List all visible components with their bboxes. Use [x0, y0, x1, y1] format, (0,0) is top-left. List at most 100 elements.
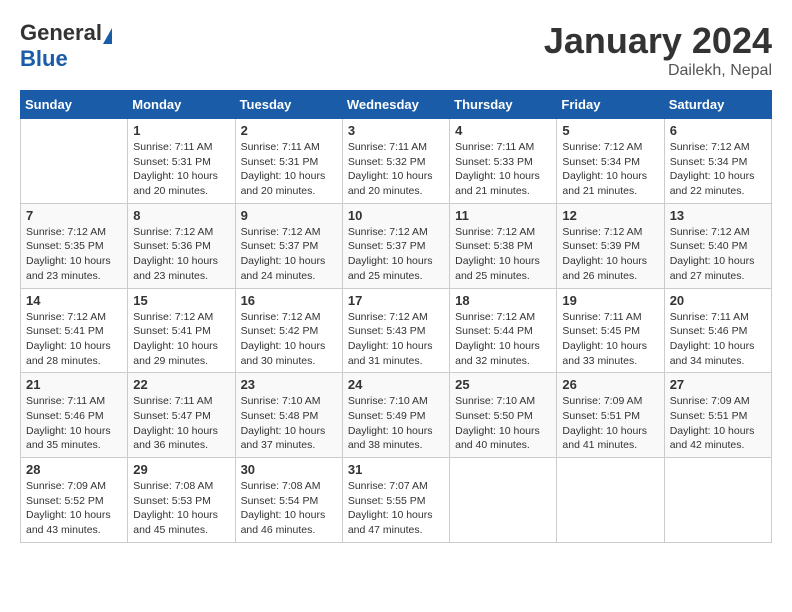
calendar-cell: 14 Sunrise: 7:12 AMSunset: 5:41 PMDayligh…	[21, 288, 128, 373]
calendar-cell: 15 Sunrise: 7:12 AMSunset: 5:41 PMDayligh…	[128, 288, 235, 373]
day-number: 26	[562, 377, 658, 392]
logo-text: General	[20, 20, 112, 46]
day-info: Sunrise: 7:09 AMSunset: 5:51 PMDaylight:…	[670, 394, 766, 453]
calendar-cell: 28Sunrise: 7:09 AMSunset: 5:52 PMDayligh…	[21, 458, 128, 543]
day-info: Sunrise: 7:12 AMSunset: 5:42 PMDaylight:…	[241, 310, 337, 369]
logo-arrow	[103, 28, 112, 44]
calendar-cell: 9 Sunrise: 7:12 AMSunset: 5:37 PMDaylight…	[235, 203, 342, 288]
day-number: 1	[133, 123, 229, 138]
calendar-table: SundayMondayTuesdayWednesdayThursdayFrid…	[20, 90, 772, 543]
day-info: Sunrise: 7:09 AMSunset: 5:52 PMDaylight:…	[26, 479, 122, 538]
calendar-cell: 4 Sunrise: 7:11 AMSunset: 5:33 PMDaylight…	[450, 119, 557, 204]
calendar-cell: 11 Sunrise: 7:12 AMSunset: 5:38 PMDayligh…	[450, 203, 557, 288]
calendar-cell: 5Sunrise: 7:12 AMSunset: 5:34 PMDaylight…	[557, 119, 664, 204]
day-info: Sunrise: 7:12 AMSunset: 5:39 PMDaylight:…	[562, 225, 658, 284]
calendar-cell	[21, 119, 128, 204]
day-info: Sunrise: 7:11 AMSunset: 5:31 PMDaylight:…	[133, 140, 229, 199]
calendar-cell: 29 Sunrise: 7:08 AMSunset: 5:53 PMDayligh…	[128, 458, 235, 543]
day-info: Sunrise: 7:12 AMSunset: 5:35 PMDaylight:…	[26, 225, 122, 284]
calendar-cell: 6 Sunrise: 7:12 AMSunset: 5:34 PMDaylight…	[664, 119, 771, 204]
logo-general: General	[20, 20, 102, 45]
day-number: 9	[241, 208, 337, 223]
day-number: 31	[348, 462, 444, 477]
header-saturday: Saturday	[664, 91, 771, 119]
day-info: Sunrise: 7:12 AMSunset: 5:37 PMDaylight:…	[241, 225, 337, 284]
day-number: 13	[670, 208, 766, 223]
day-info: Sunrise: 7:11 AMSunset: 5:33 PMDaylight:…	[455, 140, 551, 199]
day-number: 8	[133, 208, 229, 223]
calendar-header-row: SundayMondayTuesdayWednesdayThursdayFrid…	[21, 91, 772, 119]
day-number: 4	[455, 123, 551, 138]
day-info: Sunrise: 7:11 AMSunset: 5:45 PMDaylight:…	[562, 310, 658, 369]
header-thursday: Thursday	[450, 91, 557, 119]
day-info: Sunrise: 7:10 AMSunset: 5:49 PMDaylight:…	[348, 394, 444, 453]
day-info: Sunrise: 7:12 AMSunset: 5:34 PMDaylight:…	[670, 140, 766, 199]
day-number: 18	[455, 293, 551, 308]
day-info: Sunrise: 7:12 AMSunset: 5:43 PMDaylight:…	[348, 310, 444, 369]
day-number: 29	[133, 462, 229, 477]
calendar-week-5: 28Sunrise: 7:09 AMSunset: 5:52 PMDayligh…	[21, 458, 772, 543]
day-number: 3	[348, 123, 444, 138]
day-number: 11	[455, 208, 551, 223]
day-info: Sunrise: 7:10 AMSunset: 5:48 PMDaylight:…	[241, 394, 337, 453]
calendar-cell: 17Sunrise: 7:12 AMSunset: 5:43 PMDayligh…	[342, 288, 449, 373]
day-info: Sunrise: 7:12 AMSunset: 5:36 PMDaylight:…	[133, 225, 229, 284]
day-number: 25	[455, 377, 551, 392]
day-number: 24	[348, 377, 444, 392]
calendar-cell: 25 Sunrise: 7:10 AMSunset: 5:50 PMDayligh…	[450, 373, 557, 458]
calendar-week-1: 1 Sunrise: 7:11 AMSunset: 5:31 PMDaylight…	[21, 119, 772, 204]
calendar-cell: 7 Sunrise: 7:12 AMSunset: 5:35 PMDaylight…	[21, 203, 128, 288]
day-number: 23	[241, 377, 337, 392]
day-number: 21	[26, 377, 122, 392]
header-wednesday: Wednesday	[342, 91, 449, 119]
day-info: Sunrise: 7:11 AMSunset: 5:32 PMDaylight:…	[348, 140, 444, 199]
calendar-cell	[664, 458, 771, 543]
day-info: Sunrise: 7:12 AMSunset: 5:34 PMDaylight:…	[562, 140, 658, 199]
day-info: Sunrise: 7:10 AMSunset: 5:50 PMDaylight:…	[455, 394, 551, 453]
day-number: 22	[133, 377, 229, 392]
day-number: 19	[562, 293, 658, 308]
calendar-title: January 2024	[544, 20, 772, 62]
day-number: 14	[26, 293, 122, 308]
calendar-cell: 30 Sunrise: 7:08 AMSunset: 5:54 PMDayligh…	[235, 458, 342, 543]
header-monday: Monday	[128, 91, 235, 119]
day-number: 30	[241, 462, 337, 477]
page-header: General Blue January 2024 Dailekh, Nepal	[20, 20, 772, 80]
calendar-cell: 3 Sunrise: 7:11 AMSunset: 5:32 PMDaylight…	[342, 119, 449, 204]
calendar-cell: 18 Sunrise: 7:12 AMSunset: 5:44 PMDayligh…	[450, 288, 557, 373]
header-tuesday: Tuesday	[235, 91, 342, 119]
logo: General Blue	[20, 20, 112, 72]
day-info: Sunrise: 7:11 AMSunset: 5:47 PMDaylight:…	[133, 394, 229, 453]
calendar-cell: 24 Sunrise: 7:10 AMSunset: 5:49 PMDayligh…	[342, 373, 449, 458]
day-info: Sunrise: 7:12 AMSunset: 5:41 PMDaylight:…	[26, 310, 122, 369]
calendar-location: Dailekh, Nepal	[544, 62, 772, 80]
logo-blue-line: Blue	[20, 46, 68, 72]
day-number: 20	[670, 293, 766, 308]
calendar-week-3: 14 Sunrise: 7:12 AMSunset: 5:41 PMDayligh…	[21, 288, 772, 373]
calendar-cell: 23 Sunrise: 7:10 AMSunset: 5:48 PMDayligh…	[235, 373, 342, 458]
day-info: Sunrise: 7:07 AMSunset: 5:55 PMDaylight:…	[348, 479, 444, 538]
calendar-cell: 22 Sunrise: 7:11 AMSunset: 5:47 PMDayligh…	[128, 373, 235, 458]
day-info: Sunrise: 7:11 AMSunset: 5:46 PMDaylight:…	[670, 310, 766, 369]
header-friday: Friday	[557, 91, 664, 119]
day-number: 16	[241, 293, 337, 308]
day-info: Sunrise: 7:12 AMSunset: 5:44 PMDaylight:…	[455, 310, 551, 369]
day-number: 12	[562, 208, 658, 223]
day-number: 7	[26, 208, 122, 223]
day-info: Sunrise: 7:08 AMSunset: 5:53 PMDaylight:…	[133, 479, 229, 538]
day-number: 2	[241, 123, 337, 138]
calendar-week-2: 7 Sunrise: 7:12 AMSunset: 5:35 PMDaylight…	[21, 203, 772, 288]
calendar-cell: 31 Sunrise: 7:07 AMSunset: 5:55 PMDayligh…	[342, 458, 449, 543]
day-info: Sunrise: 7:11 AMSunset: 5:46 PMDaylight:…	[26, 394, 122, 453]
day-number: 10	[348, 208, 444, 223]
day-number: 6	[670, 123, 766, 138]
day-info: Sunrise: 7:12 AMSunset: 5:37 PMDaylight:…	[348, 225, 444, 284]
day-info: Sunrise: 7:12 AMSunset: 5:41 PMDaylight:…	[133, 310, 229, 369]
day-info: Sunrise: 7:08 AMSunset: 5:54 PMDaylight:…	[241, 479, 337, 538]
header-sunday: Sunday	[21, 91, 128, 119]
day-number: 15	[133, 293, 229, 308]
calendar-cell: 16 Sunrise: 7:12 AMSunset: 5:42 PMDayligh…	[235, 288, 342, 373]
day-info: Sunrise: 7:12 AMSunset: 5:38 PMDaylight:…	[455, 225, 551, 284]
calendar-week-4: 21 Sunrise: 7:11 AMSunset: 5:46 PMDayligh…	[21, 373, 772, 458]
calendar-cell: 26Sunrise: 7:09 AMSunset: 5:51 PMDayligh…	[557, 373, 664, 458]
